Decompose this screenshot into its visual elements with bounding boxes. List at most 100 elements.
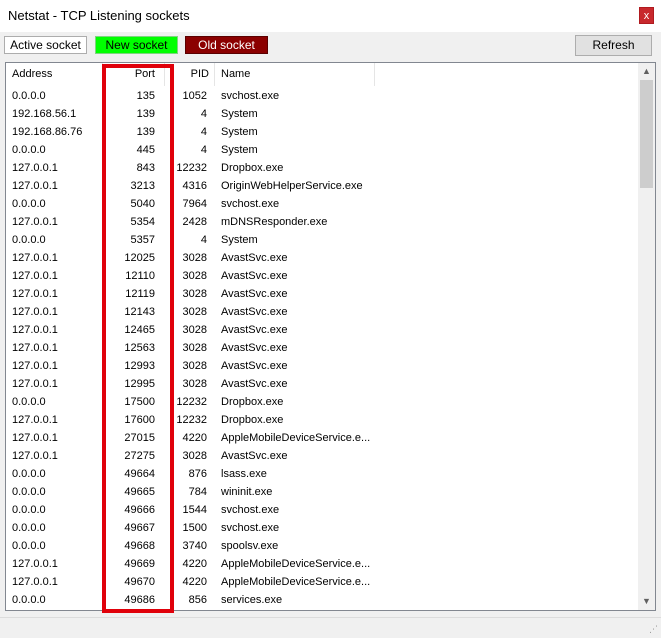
cell-pid: 4 — [200, 234, 207, 246]
cell-pid: 4220 — [182, 558, 207, 570]
cell-pid: 1544 — [182, 504, 207, 516]
cell-address: 0.0.0.0 — [12, 522, 46, 534]
vertical-scrollbar[interactable]: ▲ ▼ — [638, 63, 655, 610]
cell-port: 49666 — [124, 504, 155, 516]
table-row[interactable]: 192.168.56.1 139 4 System — [6, 105, 638, 123]
cell-name: svchost.exe — [221, 504, 280, 516]
scroll-down-icon[interactable]: ▼ — [638, 593, 655, 610]
cell-name: AvastSvc.exe — [221, 360, 288, 372]
cell-port: 3213 — [130, 180, 155, 192]
table-row[interactable]: 0.0.0.0 49667 1500 svchost.exe — [6, 519, 638, 537]
table-row[interactable]: 0.0.0.0 49686 856 services.exe — [6, 591, 638, 609]
cell-name: System — [221, 234, 258, 246]
cell-pid: 1052 — [182, 90, 207, 102]
cell-pid: 3028 — [182, 342, 207, 354]
table-row[interactable]: 127.0.0.1 12119 3028 AvastSvc.exe — [6, 285, 638, 303]
cell-address: 127.0.0.1 — [12, 414, 58, 426]
table-row[interactable]: 0.0.0.0 17500 12232 Dropbox.exe — [6, 393, 638, 411]
cell-pid: 1500 — [182, 522, 207, 534]
cell-port: 12025 — [124, 252, 155, 264]
title-bar: Netstat - TCP Listening sockets x — [0, 0, 661, 32]
table-row[interactable]: 0.0.0.0 49668 3740 spoolsv.exe — [6, 537, 638, 555]
table-row[interactable]: 0.0.0.0 5040 7964 svchost.exe — [6, 195, 638, 213]
table-row[interactable]: 0.0.0.0 5357 4 System — [6, 231, 638, 249]
cell-pid: 3028 — [182, 306, 207, 318]
cell-port: 12465 — [124, 324, 155, 336]
table-row[interactable]: 127.0.0.1 12025 3028 AvastSvc.exe — [6, 249, 638, 267]
list-header: Address Port PID Name — [6, 63, 638, 86]
cell-name: System — [221, 126, 258, 138]
close-button[interactable]: x — [639, 7, 654, 24]
table-row[interactable]: 0.0.0.0 49666 1544 svchost.exe — [6, 501, 638, 519]
cell-name: mDNSResponder.exe — [221, 216, 328, 228]
cell-port: 49665 — [124, 486, 155, 498]
column-header-port-label: Port — [134, 68, 155, 80]
new-socket-legend: New socket — [95, 36, 178, 54]
table-row[interactable]: 127.0.0.1 12563 3028 AvastSvc.exe — [6, 339, 638, 357]
cell-name: wininit.exe — [221, 486, 273, 498]
cell-port: 49686 — [124, 594, 155, 606]
old-socket-legend: Old socket — [185, 36, 268, 54]
socket-list[interactable]: Address Port PID Name 0.0.0.0 135 1052 svch… — [5, 62, 656, 611]
cell-port: 5357 — [130, 234, 155, 246]
table-row[interactable]: 0.0.0.0 49665 784 wininit.exe — [6, 483, 638, 501]
table-row[interactable]: 0.0.0.0 49664 876 lsass.exe — [6, 465, 638, 483]
table-row[interactable]: 127.0.0.1 27275 3028 AvastSvc.exe — [6, 447, 638, 465]
cell-name: AvastSvc.exe — [221, 270, 288, 282]
refresh-button[interactable]: Refresh — [575, 35, 652, 56]
cell-address: 0.0.0.0 — [12, 504, 46, 516]
table-row[interactable]: 127.0.0.1 49669 4220 AppleMobileDeviceServi… — [6, 555, 638, 573]
scroll-up-icon[interactable]: ▲ — [638, 63, 655, 80]
cell-port: 135 — [136, 90, 155, 102]
table-row[interactable]: 127.0.0.1 12110 3028 AvastSvc.exe — [6, 267, 638, 285]
cell-port: 49668 — [124, 540, 155, 552]
cell-address: 0.0.0.0 — [12, 396, 46, 408]
cell-address: 0.0.0.0 — [12, 468, 46, 480]
cell-port: 27275 — [124, 450, 155, 462]
table-row[interactable]: 0.0.0.0 445 4 System — [6, 141, 638, 159]
cell-address: 0.0.0.0 — [12, 486, 46, 498]
cell-port: 49667 — [124, 522, 155, 534]
cell-address: 192.168.56.1 — [12, 108, 77, 120]
cell-address: 127.0.0.1 — [12, 324, 58, 336]
cell-address: 0.0.0.0 — [12, 144, 46, 156]
column-header-name-label: Name — [221, 68, 251, 80]
cell-name: System — [221, 108, 258, 120]
table-row[interactable]: 127.0.0.1 12465 3028 AvastSvc.exe — [6, 321, 638, 339]
cell-address: 192.168.86.76 — [12, 126, 83, 138]
cell-pid: 4 — [200, 126, 207, 138]
cell-pid: 3028 — [182, 288, 207, 300]
cell-pid: 3028 — [182, 360, 207, 372]
cell-name: svchost.exe — [221, 198, 280, 210]
cell-address: 127.0.0.1 — [12, 576, 58, 588]
cell-pid: 7964 — [182, 198, 207, 210]
scroll-thumb[interactable] — [640, 80, 653, 188]
table-row[interactable]: 0.0.0.0 135 1052 svchost.exe — [6, 87, 638, 105]
table-row[interactable]: 127.0.0.1 12995 3028 AvastSvc.exe — [6, 375, 638, 393]
resize-grip-icon[interactable]: ⋰ — [649, 624, 658, 635]
table-row[interactable]: 127.0.0.1 27015 4220 AppleMobileDeviceServi… — [6, 429, 638, 447]
cell-pid: 12232 — [176, 162, 207, 174]
cell-port: 49669 — [124, 558, 155, 570]
table-row[interactable]: 192.168.86.76 139 4 System — [6, 123, 638, 141]
cell-address: 0.0.0.0 — [12, 594, 46, 606]
table-row[interactable]: 127.0.0.1 12993 3028 AvastSvc.exe — [6, 357, 638, 375]
cell-name: spoolsv.exe — [221, 540, 279, 552]
table-row[interactable]: 127.0.0.1 17600 12232 Dropbox.exe — [6, 411, 638, 429]
column-header-pid[interactable]: PID — [165, 63, 215, 86]
table-row[interactable]: 127.0.0.1 49670 4220 AppleMobileDeviceServi… — [6, 573, 638, 591]
table-row[interactable]: 127.0.0.1 5354 2428 mDNSResponder.exe — [6, 213, 638, 231]
cell-address: 127.0.0.1 — [12, 360, 58, 372]
cell-port: 12993 — [124, 360, 155, 372]
table-row[interactable]: 127.0.0.1 12143 3028 AvastSvc.exe — [6, 303, 638, 321]
column-header-address[interactable]: Address — [6, 63, 103, 86]
cell-address: 127.0.0.1 — [12, 216, 58, 228]
table-row[interactable]: 127.0.0.1 3213 4316 OriginWebHelperService.… — [6, 177, 638, 195]
table-row[interactable]: 127.0.0.1 843 12232 Dropbox.exe — [6, 159, 638, 177]
cell-name: svchost.exe — [221, 522, 280, 534]
cell-pid: 3740 — [182, 540, 207, 552]
column-header-port[interactable]: Port — [103, 63, 165, 86]
cell-port: 12563 — [124, 342, 155, 354]
column-header-name[interactable]: Name — [215, 63, 375, 86]
cell-port: 5040 — [130, 198, 155, 210]
